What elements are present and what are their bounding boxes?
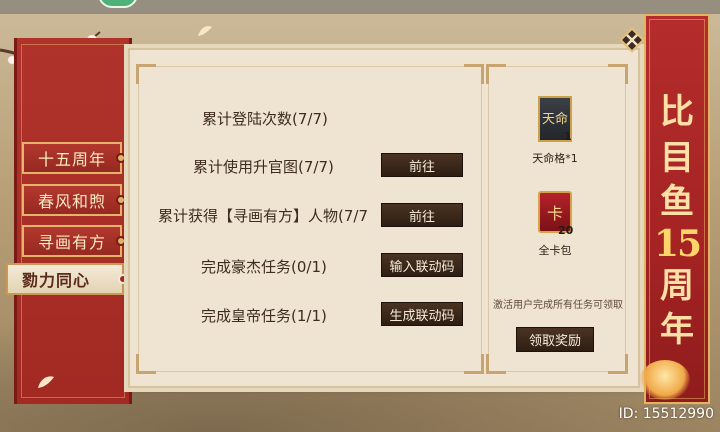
claim-reward-button[interactable]: 领取奖励 [516,327,594,352]
anniversary-banner: 比 目 鱼 15 周 年 [644,14,710,404]
reward-glyph: 卡 [546,204,563,223]
lantern-icon [640,360,690,400]
user-id-label: ID: 15512990 [618,406,714,422]
petal-icon [38,376,54,388]
corner-ornament [486,354,506,374]
task-label-promotion: 累计使用升官图(7/7) [193,158,334,176]
tab-dot-icon [116,153,126,163]
corner-ornament [464,64,484,84]
task-label-collect-character: 累计获得【寻画有方】人物(7/7 [158,207,368,225]
tab-find-painting[interactable]: 寻画有方 [22,225,126,257]
banner-char: 比 [660,92,694,132]
reward-glyph: 天命 [541,111,568,127]
banner-char: 15 [653,223,702,265]
reward-hint: 激活用户完成所有任务可领取 [493,300,623,311]
tab-label: 十五周年 [38,150,107,169]
corner-ornament [608,64,628,84]
enter-link-code-button[interactable]: 输入联动码 [381,253,463,277]
tab-spring-breeze[interactable]: 春风和煦 [22,184,126,216]
left-tab-scroll [14,38,132,404]
banner-char: 鱼 [660,182,694,222]
corner-ornament [486,64,506,84]
reward-name: 天命格*1 [532,152,578,165]
corner-ornament [464,354,484,374]
goto-button-promotion[interactable]: 前往 [381,153,463,177]
tab-united-effort[interactable]: 勠力同心 [6,263,128,295]
close-icon[interactable] [618,26,646,54]
tab-dot-icon [116,236,126,246]
banner-char: 年 [660,310,694,350]
goto-button-collect-character[interactable]: 前往 [381,203,463,227]
petal-icon [198,26,212,36]
tab-dot-icon [116,195,126,205]
banner-char: 目 [660,138,694,178]
tab-label: 寻画有方 [38,233,107,252]
reward-count: 20 [558,224,574,237]
tab-label: 春风和煦 [38,192,107,211]
tab-dot-icon [118,274,128,284]
task-label-emperor-task: 完成皇帝任务(1/1) [201,307,327,325]
tab-label: 勠力同心 [22,271,91,290]
banner-char: 周 [660,266,694,306]
reward-count: 1 [564,130,572,143]
tab-fifteen-anniversary[interactable]: 十五周年 [22,142,126,174]
corner-ornament [608,354,628,374]
task-label-hero-task: 完成豪杰任务(0/1) [201,258,327,276]
corner-ornament [136,354,156,374]
generate-link-code-button[interactable]: 生成联动码 [381,302,463,326]
reward-name: 全卡包 [538,244,572,257]
task-label-login: 累计登陆次数(7/7) [202,110,328,128]
corner-ornament [136,64,156,84]
